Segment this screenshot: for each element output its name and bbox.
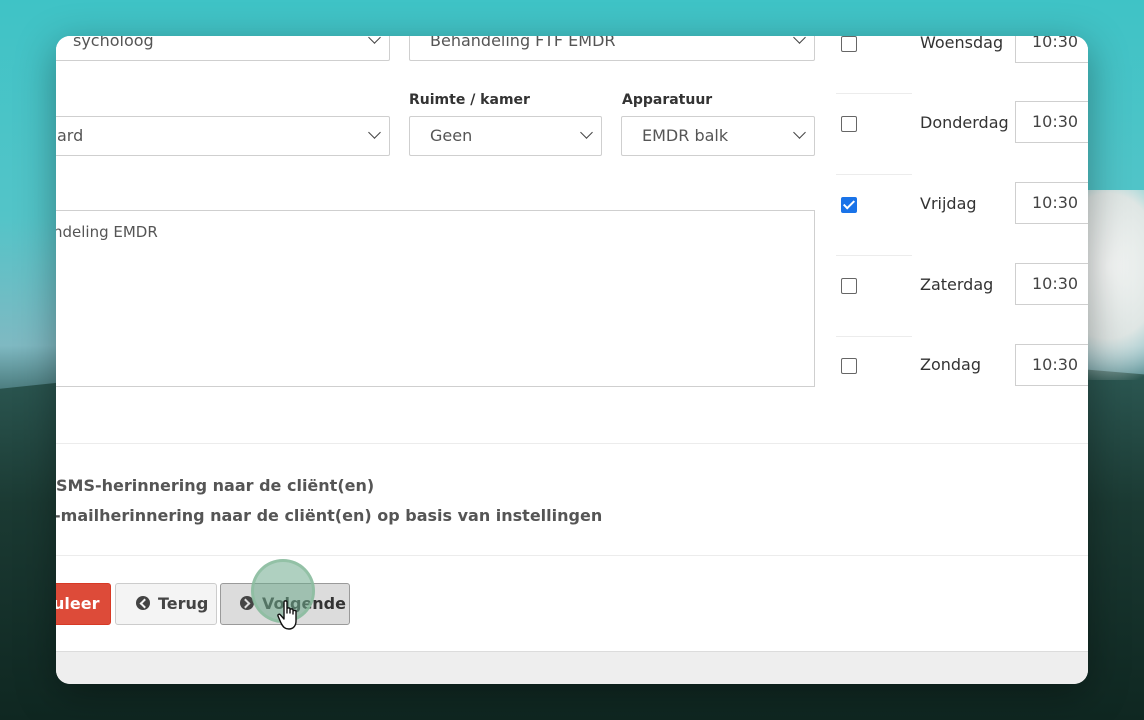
- checkbox-donderdag[interactable]: [841, 116, 857, 132]
- ruimte-value: Geen: [430, 126, 473, 145]
- checkbox-zaterdag[interactable]: [841, 278, 857, 294]
- divider: [836, 93, 912, 94]
- day-label-vrijdag: Vrijdag: [920, 194, 977, 213]
- back-button[interactable]: Terug: [115, 583, 217, 625]
- behandelaar-value: sycholoog: [73, 36, 154, 50]
- checkbox-vrijdag[interactable]: [841, 197, 857, 213]
- time-input-zaterdag[interactable]: 10:30: [1015, 263, 1088, 305]
- section-divider: [56, 555, 1088, 556]
- day-label-donderdag: Donderdag: [920, 113, 1009, 132]
- ruimte-select[interactable]: Geen: [409, 116, 602, 156]
- arrow-left-circle-icon: [136, 596, 150, 610]
- chevron-down-icon: [793, 126, 806, 139]
- divider: [836, 336, 912, 337]
- apparatuur-value: EMDR balk: [642, 126, 729, 145]
- activiteit-select[interactable]: Behandeling FTF EMDR: [409, 36, 815, 61]
- email-reminder-option[interactable]: -mailherinnering naar de cliënt(en) op b…: [56, 506, 602, 525]
- section-divider: [56, 443, 1088, 444]
- day-label-zaterdag: Zaterdag: [920, 275, 994, 294]
- sms-reminder-option[interactable]: SMS-herinnering naar de cliënt(en): [56, 476, 374, 495]
- time-input-woensdag[interactable]: 10:30: [1015, 36, 1088, 63]
- time-input-vrijdag[interactable]: 10:30: [1015, 182, 1088, 224]
- chevron-down-icon: [793, 36, 806, 44]
- day-label-zondag: Zondag: [920, 355, 982, 374]
- divider: [836, 255, 912, 256]
- apparatuur-select[interactable]: EMDR balk: [621, 116, 815, 156]
- chevron-down-icon: [368, 36, 381, 44]
- dialog-footer: [56, 651, 1088, 684]
- ruimte-label: Ruimte / kamer: [409, 92, 530, 108]
- type-value: ard: [57, 126, 84, 145]
- apparatuur-label: Apparatuur: [622, 92, 713, 108]
- notes-textarea[interactable]: ndeling EMDR: [56, 210, 815, 387]
- appointment-dialog: sycholoog Behandeling FTF EMDR Ruimte / …: [56, 36, 1088, 684]
- behandelaar-select[interactable]: sycholoog: [56, 36, 390, 61]
- back-button-label: Terug: [158, 594, 209, 613]
- cancel-button-label: uleer: [56, 594, 100, 613]
- time-input-donderdag[interactable]: 10:30: [1015, 101, 1088, 143]
- hand-cursor-icon: [277, 600, 297, 630]
- chevron-down-icon: [368, 126, 381, 139]
- day-label-woensdag: Woensdag: [920, 36, 1004, 52]
- time-input-zondag[interactable]: 10:30: [1015, 344, 1088, 386]
- notes-value: ndeling EMDR: [56, 223, 158, 241]
- divider: [836, 174, 912, 175]
- checkbox-zondag[interactable]: [841, 358, 857, 374]
- chevron-down-icon: [580, 126, 593, 139]
- cancel-button[interactable]: uleer: [56, 583, 111, 625]
- type-select[interactable]: ard: [56, 116, 390, 156]
- checkbox-woensdag[interactable]: [841, 36, 857, 52]
- activiteit-value: Behandeling FTF EMDR: [430, 36, 616, 50]
